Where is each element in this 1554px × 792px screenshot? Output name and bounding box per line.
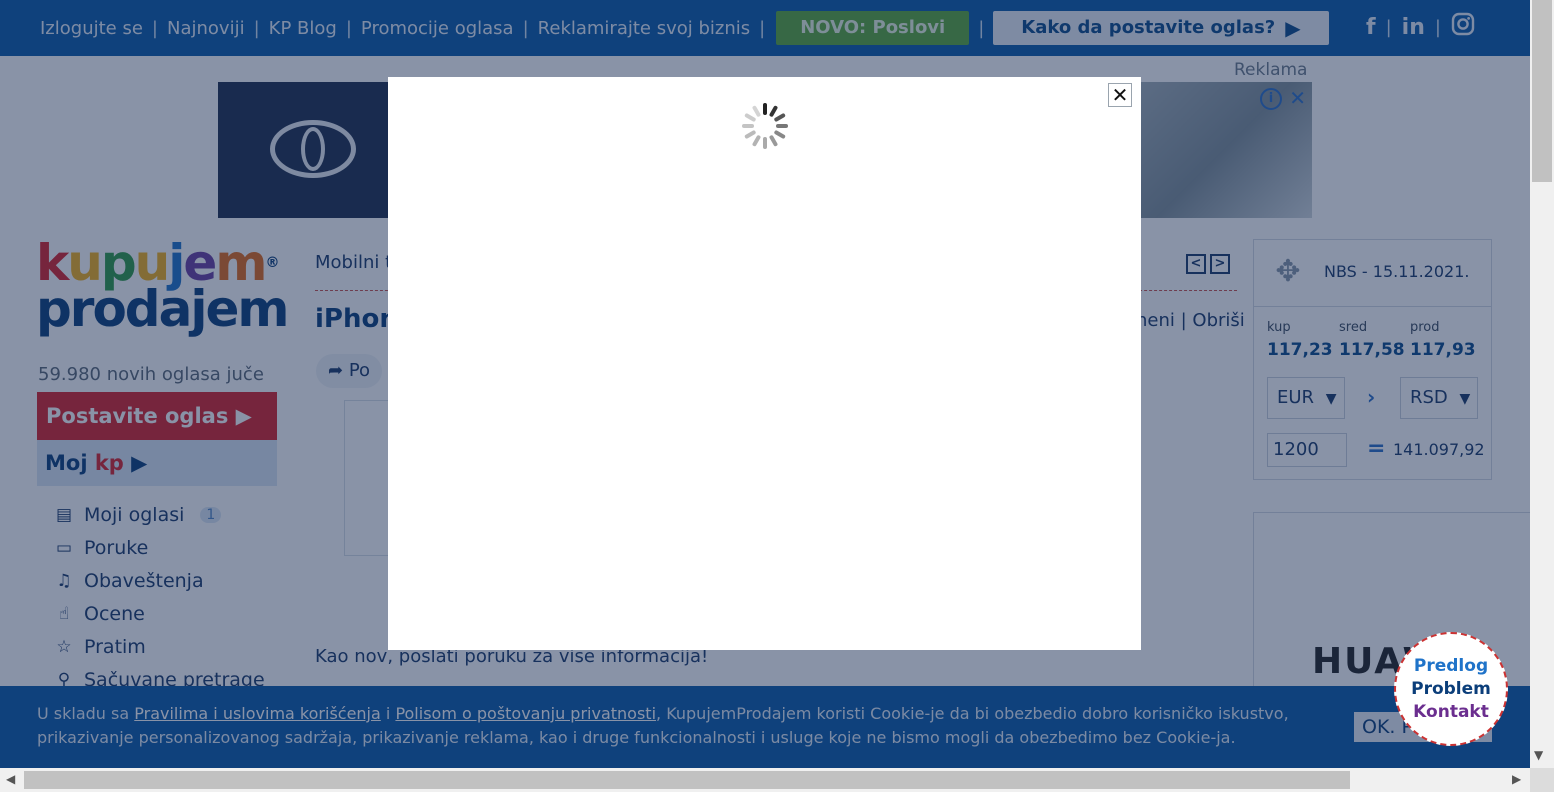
scroll-left-icon[interactable]: ◀ [6, 772, 15, 786]
scroll-down-icon[interactable]: ▼ [1534, 748, 1543, 762]
vertical-scroll-thumb[interactable] [1532, 0, 1552, 182]
loading-modal: ✕ [388, 77, 1141, 650]
horizontal-scrollbar[interactable]: ◀ ▶ [0, 768, 1530, 792]
feedback-bubble[interactable]: Predlog Problem Kontakt [1394, 632, 1508, 746]
modal-close-button[interactable]: ✕ [1108, 83, 1132, 107]
problem-label: Problem [1411, 678, 1491, 699]
vertical-scrollbar[interactable]: ▼ [1530, 0, 1554, 768]
loading-spinner-icon [740, 101, 790, 151]
contact-label: Kontakt [1413, 701, 1489, 722]
scroll-right-icon[interactable]: ▶ [1512, 772, 1521, 786]
scrollbar-corner [1530, 768, 1554, 792]
horizontal-scroll-thumb[interactable] [24, 771, 1350, 789]
suggestion-label: Predlog [1413, 655, 1489, 676]
